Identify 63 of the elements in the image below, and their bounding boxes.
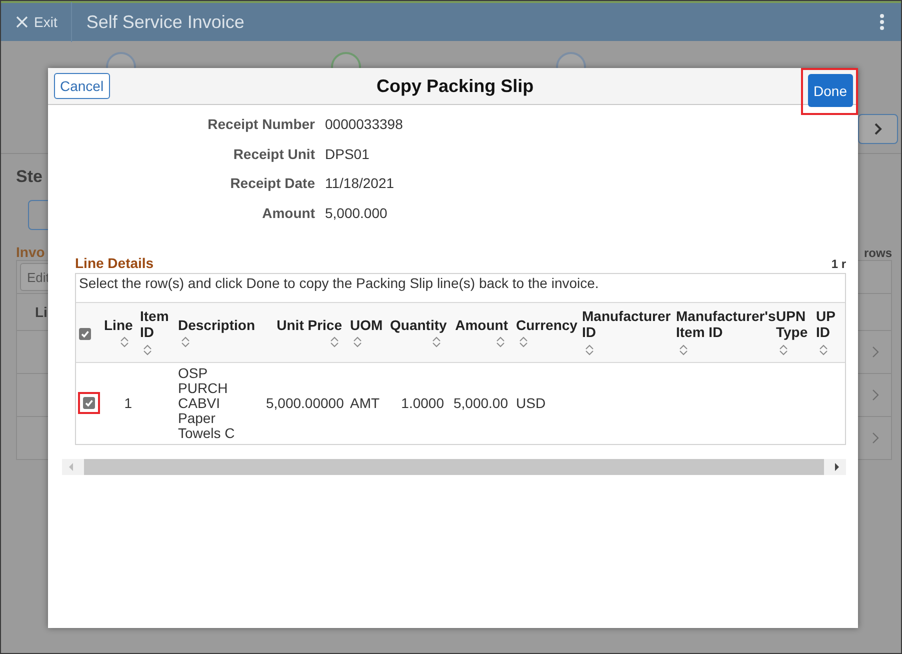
row-checkbox[interactable] xyxy=(83,397,95,410)
table-cell: AMT xyxy=(350,394,380,411)
dialog-title: Copy Packing Slip xyxy=(376,76,535,96)
sort-icon[interactable] xyxy=(432,336,441,348)
close-icon xyxy=(16,16,28,28)
next-button[interactable] xyxy=(858,114,898,144)
sort-icon[interactable] xyxy=(330,336,339,348)
sort-icon[interactable] xyxy=(585,344,594,356)
field-value: 11/18/2021 xyxy=(325,175,396,192)
field-value: DPS01 xyxy=(325,146,370,163)
chevron-right-icon[interactable] xyxy=(872,389,879,401)
sort-icon[interactable] xyxy=(779,344,788,356)
field-label: Receipt Date xyxy=(229,175,315,192)
column-header[interactable]: UOM xyxy=(350,316,383,333)
sort-icon[interactable] xyxy=(496,336,505,348)
sort-icon[interactable] xyxy=(181,336,190,348)
field-label: Amount xyxy=(261,204,315,222)
sort-icon[interactable] xyxy=(143,344,152,356)
page-title: Self Service Invoice xyxy=(86,12,246,32)
column-header[interactable]: Description xyxy=(178,316,256,333)
table-cell: OSP PURCH CABVI Paper Towels C xyxy=(178,366,236,441)
column-header[interactable]: UP ID xyxy=(816,308,843,340)
sort-icon[interactable] xyxy=(679,344,688,356)
column-header[interactable]: Currency xyxy=(516,316,578,333)
select-all-checkbox[interactable] xyxy=(79,328,91,340)
table-cell: 5,000.00000 xyxy=(266,394,344,411)
column-header[interactable]: Line xyxy=(104,316,133,333)
column-header: Li xyxy=(35,304,48,320)
column-header[interactable]: UPN Type xyxy=(776,308,808,340)
chevron-right-icon xyxy=(874,123,882,135)
row-count: 1 r xyxy=(831,257,846,271)
section-title: Line Details xyxy=(75,255,154,271)
column-header[interactable]: Item ID xyxy=(140,308,170,340)
table-cell: 1 xyxy=(124,394,132,411)
scroll-right-icon[interactable] xyxy=(834,463,840,471)
chevron-right-icon[interactable] xyxy=(872,432,879,444)
horizontal-scrollbar[interactable] xyxy=(62,459,846,475)
field-value: 0000033398 xyxy=(325,116,404,134)
table-cell: 1.0000 xyxy=(401,394,444,411)
instruction-text: Select the row(s) and click Done to copy the Packing Slip line(s) back to the invoice. xyxy=(79,275,599,291)
field-label: Receipt Number xyxy=(206,116,315,134)
sort-icon[interactable] xyxy=(819,344,828,356)
sort-icon[interactable] xyxy=(519,336,528,348)
field-value: 5,000.000 xyxy=(325,204,388,222)
cancel-button[interactable]: Cancel xyxy=(54,73,110,99)
done-button[interactable]: Done xyxy=(808,74,853,107)
column-header[interactable]: Amount xyxy=(455,316,508,333)
field-label: Receipt Unit xyxy=(232,146,315,163)
scroll-left-icon[interactable] xyxy=(68,463,74,471)
exit-button[interactable]: Exit xyxy=(1,14,58,30)
chevron-right-icon[interactable] xyxy=(872,346,879,358)
row-count: rows xyxy=(864,246,892,260)
sort-icon[interactable] xyxy=(353,336,362,348)
column-header[interactable]: Quantity xyxy=(390,316,447,333)
table-cell: 5,000.00 xyxy=(454,394,508,411)
section-title: Invo xyxy=(16,244,45,260)
more-menu-icon[interactable] xyxy=(879,13,885,31)
column-header[interactable]: Manufacturer ID xyxy=(582,308,671,340)
step-heading: Ste xyxy=(16,167,44,187)
column-header[interactable]: Unit Price xyxy=(276,316,342,333)
column-header[interactable]: Manufacturer's Item ID xyxy=(676,308,776,340)
table-cell: USD xyxy=(516,394,546,411)
sort-icon[interactable] xyxy=(120,336,129,348)
